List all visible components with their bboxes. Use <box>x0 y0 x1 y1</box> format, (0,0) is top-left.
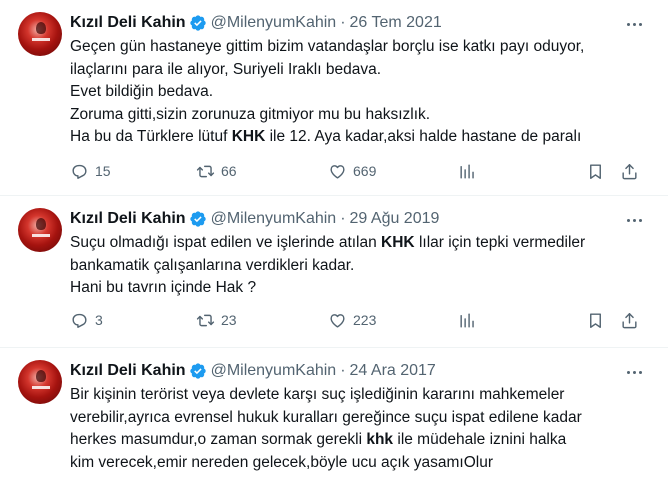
search-highlight: KHK <box>231 128 266 145</box>
tweet-text-line: Suçu olmadığı ispat edilen ve işlerinde … <box>70 234 586 251</box>
reply-icon <box>72 313 87 328</box>
author-name[interactable]: Kızıl Deli Kahin <box>70 362 186 380</box>
tweet-actions: 3 23 223 <box>70 309 648 331</box>
retweet-button[interactable]: 23 <box>196 309 237 331</box>
tweet[interactable]: Kızıl Deli Kahin @MilenyumKahin · 26 Tem… <box>0 0 668 196</box>
tweet-header: Kızıl Deli Kahin @MilenyumKahin · 24 Ara… <box>70 360 436 382</box>
tweet-text: Bir kişinin terörist veya devlete karşı … <box>70 384 650 474</box>
share-icon <box>622 312 637 328</box>
tweet-text-line: Zoruma gitti,sizin zorunuza gitmiyor mu … <box>70 105 431 123</box>
retweet-button[interactable]: 66 <box>196 160 237 182</box>
tweet-text-line: Evet bildiğin bedava. <box>70 83 214 100</box>
tweet-date[interactable]: 26 Tem 2021 <box>350 14 442 32</box>
tweet-header: Kızıl Deli Kahin @MilenyumKahin · 29 Ağu… <box>70 208 439 230</box>
tweet-text-line: ilaçlarını para ile alıyor, Suriyeli Ira… <box>70 60 382 78</box>
author-name[interactable]: Kızıl Deli Kahin <box>70 210 186 228</box>
retweet-count: 66 <box>221 163 237 179</box>
tweet[interactable]: Kızıl Deli Kahin @MilenyumKahin · 29 Ağu… <box>0 196 668 348</box>
reply-count: 3 <box>95 312 103 328</box>
separator-dot: · <box>340 362 346 379</box>
verified-badge-icon <box>189 363 206 379</box>
like-button[interactable]: 669 <box>328 160 376 182</box>
reply-icon <box>72 164 87 179</box>
search-highlight: KHK <box>381 234 415 251</box>
retweet-icon <box>196 314 215 326</box>
separator-dot: · <box>340 14 346 31</box>
share-button[interactable] <box>620 160 639 182</box>
tweet-header: Kızıl Deli Kahin @MilenyumKahin · 26 Tem… <box>70 12 442 34</box>
tweet-text-line: Ha bu da Türklere lütuf KHK ile 12. Aya … <box>70 128 582 145</box>
like-count: 223 <box>353 312 377 328</box>
reply-button[interactable]: 15 <box>70 160 111 182</box>
tweet-text-line: herkes masumdur,o zaman sormak gerekli k… <box>70 431 567 448</box>
reply-count: 15 <box>95 163 111 179</box>
share-button[interactable] <box>620 309 639 331</box>
more-horizontal-icon[interactable] <box>624 362 644 382</box>
verified-badge-icon <box>189 15 206 31</box>
heart-icon <box>330 313 345 328</box>
reply-button[interactable]: 3 <box>70 309 103 331</box>
tweet-text-line: Geçen gün hastaneye gittim bizim vatanda… <box>70 38 585 55</box>
bookmark-icon <box>590 163 601 179</box>
avatar[interactable] <box>18 208 62 252</box>
tweet-text-line: Bir kişinin terörist veya devlete karşı … <box>70 386 565 403</box>
bookmark-button[interactable] <box>586 309 605 331</box>
more-horizontal-icon[interactable] <box>624 210 644 230</box>
analytics-icon <box>460 163 474 179</box>
tweet-text-line: kim verecek,emir nereden gelecek,böyle u… <box>70 453 493 471</box>
analytics-icon <box>460 312 474 328</box>
tweet[interactable]: Kızıl Deli Kahin @MilenyumKahin · 24 Ara… <box>0 348 668 483</box>
author-handle[interactable]: @MilenyumKahin <box>211 210 337 228</box>
views-button[interactable] <box>458 160 477 182</box>
like-count: 669 <box>353 163 377 179</box>
tweet-date[interactable]: 24 Ara 2017 <box>350 362 436 380</box>
avatar[interactable] <box>18 360 62 404</box>
author-name[interactable]: Kızıl Deli Kahin <box>70 14 186 32</box>
heart-icon <box>330 164 345 179</box>
more-horizontal-icon[interactable] <box>624 14 644 34</box>
views-button[interactable] <box>458 309 477 331</box>
separator-dot: · <box>340 210 346 227</box>
share-icon <box>622 163 637 179</box>
tweet-text-line: verebilir,ayrıca evrensel hukuk kurallar… <box>70 408 582 426</box>
verified-badge-icon <box>189 211 206 227</box>
tweet-actions: 15 66 669 <box>70 160 648 182</box>
search-highlight: khk <box>366 431 394 448</box>
tweet-date[interactable]: 29 Ağu 2019 <box>350 210 440 228</box>
avatar[interactable] <box>18 12 62 56</box>
author-handle[interactable]: @MilenyumKahin <box>211 14 337 32</box>
retweet-icon <box>196 165 215 177</box>
bookmark-icon <box>590 312 601 328</box>
tweet-text: Geçen gün hastaneye gittim bizim vatanda… <box>70 36 650 149</box>
tweet-text-line: Hani bu tavrın içinde Hak ? <box>70 279 257 296</box>
tweet-text-line: bankamatik çalışanlarına verdikleri kada… <box>70 256 355 274</box>
like-button[interactable]: 223 <box>328 309 376 331</box>
tweet-text: Suçu olmadığı ispat edilen ve işlerinde … <box>70 232 650 300</box>
author-handle[interactable]: @MilenyumKahin <box>211 362 337 380</box>
bookmark-button[interactable] <box>586 160 605 182</box>
retweet-count: 23 <box>221 312 237 328</box>
